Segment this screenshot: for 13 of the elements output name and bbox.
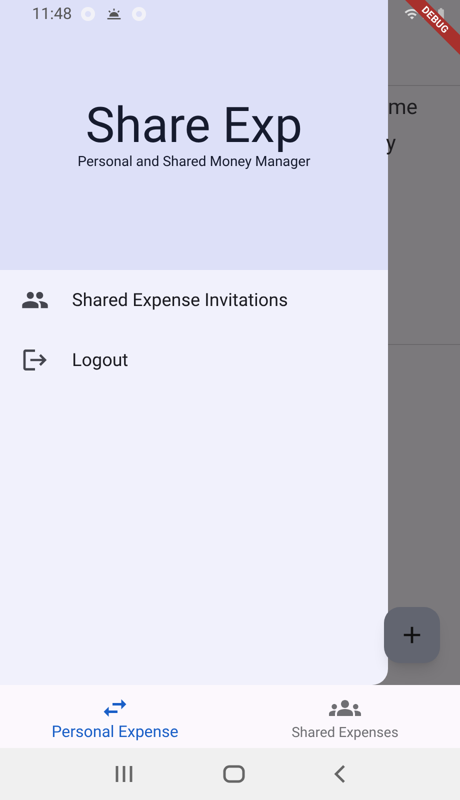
back-icon[interactable] bbox=[334, 765, 346, 783]
sunrise-icon bbox=[106, 6, 122, 22]
bottom-nav-tab[interactable]: Personal Expense bbox=[0, 685, 230, 748]
recent-apps-icon[interactable] bbox=[114, 766, 134, 782]
background-text: me bbox=[388, 95, 419, 122]
app-title: Share Exp bbox=[86, 97, 302, 155]
add-button[interactable] bbox=[384, 607, 440, 663]
drawer-menu-item[interactable]: Shared Expense Invitations bbox=[0, 270, 388, 330]
bottom-nav-tab[interactable]: Shared Expenses bbox=[230, 685, 460, 748]
app-subtitle: Personal and Shared Money Manager bbox=[78, 153, 310, 171]
drawer-menu-item[interactable]: Logout bbox=[0, 330, 388, 390]
status-time: 11:48 bbox=[32, 3, 72, 25]
home-icon[interactable] bbox=[222, 765, 245, 783]
